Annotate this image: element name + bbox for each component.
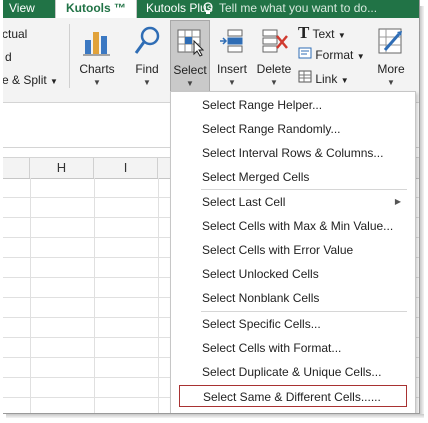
select-button[interactable]: Select ▼ [170,20,210,94]
chevron-down-icon: ▼ [228,78,236,87]
menu-separator [201,311,407,312]
menu-item-select-range-helper[interactable]: Select Range Helper... [179,94,407,116]
ribbon-separator [69,24,70,88]
find-button[interactable]: Find ▼ [125,20,169,96]
window-shadow-right [420,6,424,416]
chevron-down-icon: ▼ [340,76,349,85]
menu-item-select-max-min[interactable]: Select Cells with Max & Min Value... [179,215,407,237]
select-grid-icon [177,29,204,57]
chevron-down-icon: ▼ [337,31,346,40]
ribbon-fragment-actual[interactable]: ctual [3,27,27,41]
merge-split-label: e & Split [3,73,47,87]
ribbon-tab-bar: View Kutools ™ Kutools Plus Tell me what… [3,0,419,18]
menu-item-select-same-different[interactable]: Select Same & Different Cells...... [179,385,407,407]
insert-rows-icon [220,29,243,53]
menu-separator [201,189,407,190]
menu-item-select-unlocked-cells[interactable]: Select Unlocked Cells [179,263,407,285]
format-icon [298,47,312,59]
select-dropdown-menu: Select Range Helper... Select Range Rand… [170,91,416,413]
menu-item-select-merged-cells[interactable]: Select Merged Cells [179,166,407,188]
lightbulb-icon [203,2,213,14]
column-header-h[interactable]: H [30,158,94,178]
chevron-down-icon: ▼ [50,77,58,86]
chevron-down-icon: ▼ [186,79,194,88]
menu-item-select-interval-rows-columns[interactable]: Select Interval Rows & Columns... [179,142,407,164]
menu-item-select-cells-with-format[interactable]: Select Cells with Format... [179,337,407,359]
magnifier-icon [134,26,160,54]
select-last-cell-label: Select Last Cell [202,195,286,209]
charts-button[interactable]: Charts ▼ [74,20,120,96]
delete-label: Delete [256,62,292,76]
text-label: Text [312,27,335,41]
delete-button[interactable]: Delete ▼ [254,20,294,96]
bar-chart-icon [83,32,110,56]
menu-item-select-error-value[interactable]: Select Cells with Error Value [179,239,407,261]
column-header-i[interactable]: I [94,158,158,178]
menu-item-select-last-cell[interactable]: Select Last Cell ▶ [179,191,407,213]
more-label: More [377,62,405,76]
menu-item-select-range-randomly[interactable]: Select Range Randomly... [179,118,407,140]
tab-view[interactable]: View [9,0,35,18]
window-shadow-bottom [6,414,424,418]
excel-window: View Kutools ™ Kutools Plus Tell me what… [3,0,420,414]
chevron-down-icon: ▼ [387,78,395,87]
link-grid-icon [298,70,312,83]
link-label: Link [315,72,338,86]
chevron-down-icon: ▼ [356,52,365,61]
menu-item-select-nonblank-cells[interactable]: Select Nonblank Cells [179,287,407,309]
tell-me-search[interactable]: Tell me what you want to do... [219,0,377,18]
insert-button[interactable]: Insert ▼ [212,20,252,96]
text-t-icon: T [298,23,310,42]
charts-label: Charts [79,62,115,76]
delete-rows-icon [262,29,288,53]
insert-label: Insert [216,62,247,76]
format-button[interactable]: Format ▼ [298,47,365,67]
link-button[interactable]: Link ▼ [298,70,349,90]
more-tools-icon [378,28,402,54]
text-button[interactable]: T Text ▼ [298,23,346,43]
menu-item-select-duplicate-unique[interactable]: Select Duplicate & Unique Cells... [179,361,407,383]
ribbon-fragment-d[interactable]: d [5,50,12,64]
more-button[interactable]: More ▼ [371,20,411,96]
menu-gutter [171,92,173,413]
ribbon-fragment-merge-split[interactable]: e & Split ▼ [3,73,58,87]
menu-item-select-specific-cells[interactable]: Select Specific Cells... [179,313,407,335]
tab-kutools[interactable]: Kutools ™ [55,0,137,18]
chevron-down-icon: ▼ [270,78,278,87]
find-label: Find [135,62,159,76]
submenu-arrow-icon: ▶ [394,197,401,206]
select-label: Select [173,63,207,77]
column-header-g[interactable] [3,158,30,178]
chevron-down-icon: ▼ [143,78,151,87]
format-label: Format [315,48,354,62]
chevron-down-icon: ▼ [93,78,101,87]
